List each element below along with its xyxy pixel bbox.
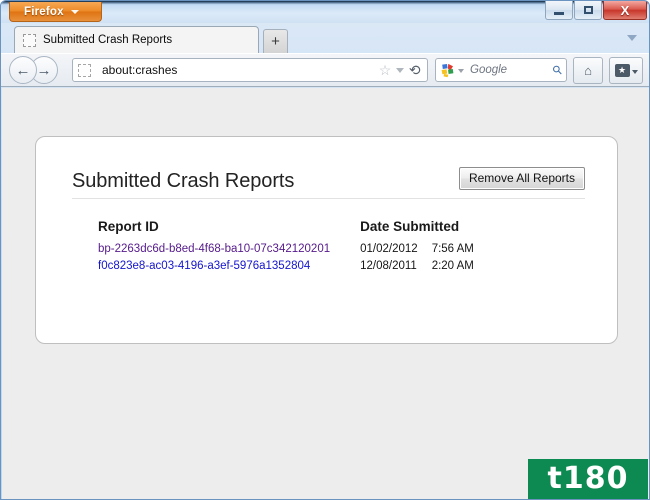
- tab-label: Submitted Crash Reports: [43, 34, 173, 46]
- chevron-down-icon[interactable]: [458, 69, 464, 73]
- cell-date: 12/08/2011: [360, 260, 417, 272]
- navigation-toolbar: ← → about:crashes ☆ ⟳ Google ⚲ ⌂ ★: [1, 53, 649, 87]
- chevron-down-icon: [631, 70, 638, 74]
- list-all-tabs-button[interactable]: [625, 32, 639, 44]
- firefox-app-menu-label: Firefox: [24, 5, 64, 18]
- arrow-right-icon: →: [36, 61, 52, 79]
- watermark-logo: t180: [528, 459, 648, 499]
- search-bar[interactable]: Google ⚲: [435, 58, 567, 82]
- table-row: f0c823e8-ac03-4196-a3ef-5976a1352804 12/…: [98, 258, 474, 275]
- cell-time: 2:20 AM: [431, 260, 474, 272]
- column-header-date-submitted: Date Submitted: [360, 219, 460, 234]
- google-icon[interactable]: [440, 63, 455, 78]
- report-id-link[interactable]: bp-2263dc6d-b8ed-4f68-ba10-07c342120201: [98, 243, 330, 255]
- card-header: Submitted Crash Reports Remove All Repor…: [72, 167, 585, 199]
- cell-time: 7:56 AM: [431, 243, 474, 255]
- table-header: Report ID Date Submitted: [98, 219, 474, 241]
- watermark-text: t180: [547, 461, 629, 496]
- maximize-button[interactable]: [574, 1, 602, 20]
- cell-date: 01/02/2012: [360, 243, 418, 255]
- reload-icon[interactable]: ⟳: [409, 62, 421, 78]
- back-button[interactable]: ←: [9, 56, 37, 84]
- bookmarks-button[interactable]: ★: [609, 56, 643, 84]
- close-button[interactable]: X: [603, 1, 647, 20]
- firefox-app-menu-button[interactable]: Firefox: [9, 2, 102, 22]
- cell-report-id: f0c823e8-ac03-4196-a3ef-5976a1352804: [98, 258, 330, 275]
- plus-icon: +: [271, 33, 280, 50]
- column-header-report-id: Report ID: [98, 219, 159, 234]
- close-icon: X: [620, 2, 630, 18]
- new-tab-button[interactable]: +: [263, 29, 288, 53]
- home-button[interactable]: ⌂: [573, 56, 603, 84]
- chevron-down-icon: [627, 35, 637, 41]
- site-identity-icon: [78, 63, 91, 77]
- table-body: bp-2263dc6d-b8ed-4f68-ba10-07c342120201 …: [98, 241, 474, 275]
- address-bar-value: about:crashes: [102, 63, 178, 77]
- tab-submitted-crash-reports[interactable]: Submitted Crash Reports: [14, 26, 259, 53]
- bookmark-star-icon: ★: [614, 63, 630, 77]
- search-input[interactable]: Google: [470, 64, 553, 76]
- cell-report-id: bp-2263dc6d-b8ed-4f68-ba10-07c342120201: [98, 241, 330, 258]
- browser-window: Firefox X Submitted Crash Reports + ← → …: [0, 0, 650, 500]
- chevron-down-icon[interactable]: [396, 67, 405, 73]
- address-bar-actions: ☆ ⟳: [379, 62, 423, 78]
- address-bar[interactable]: about:crashes ☆ ⟳: [72, 58, 428, 82]
- crash-reports-card: Submitted Crash Reports Remove All Repor…: [35, 136, 618, 344]
- chevron-down-icon: [70, 9, 79, 14]
- report-id-link[interactable]: f0c823e8-ac03-4196-a3ef-5976a1352804: [98, 260, 310, 272]
- page-title: Submitted Crash Reports: [72, 170, 295, 192]
- arrow-left-icon: ←: [15, 61, 31, 79]
- remove-all-reports-button[interactable]: Remove All Reports: [458, 167, 585, 190]
- bookmark-star-icon[interactable]: ☆: [379, 63, 392, 77]
- tab-strip: Submitted Crash Reports +: [1, 23, 649, 53]
- window-controls: X: [544, 1, 647, 20]
- title-bar: Firefox X: [1, 1, 649, 23]
- crash-reports-table: Report ID Date Submitted bp-2263dc6d-b8e…: [98, 219, 474, 275]
- minimize-icon: [554, 11, 564, 15]
- navigation-buttons: ← →: [9, 56, 58, 84]
- page-content: Submitted Crash Reports Remove All Repor…: [2, 88, 649, 499]
- table-row: bp-2263dc6d-b8ed-4f68-ba10-07c342120201 …: [98, 241, 474, 258]
- maximize-icon: [583, 6, 593, 14]
- minimize-button[interactable]: [545, 1, 573, 20]
- page-favicon-icon: [23, 33, 36, 47]
- home-icon: ⌂: [584, 62, 592, 78]
- table-header-row: Report ID Date Submitted: [98, 219, 474, 241]
